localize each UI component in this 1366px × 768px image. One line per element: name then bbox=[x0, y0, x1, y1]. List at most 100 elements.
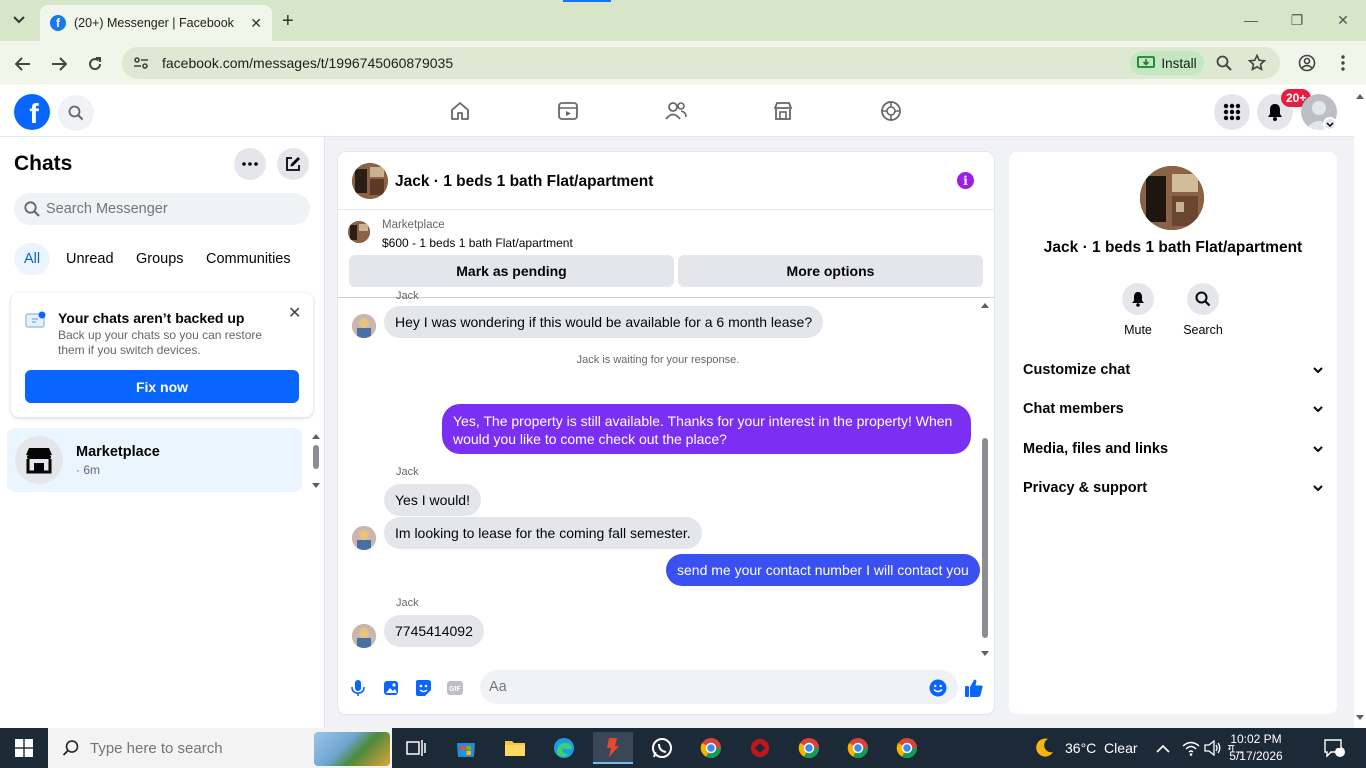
minimize-icon[interactable]: — bbox=[1228, 0, 1274, 40]
sender-avatar[interactable] bbox=[352, 314, 376, 338]
new-message-compose-icon[interactable] bbox=[277, 148, 309, 180]
photo-attach-icon[interactable] bbox=[381, 678, 401, 698]
facebook-logo-icon[interactable]: f bbox=[14, 94, 50, 130]
restore-icon[interactable]: ❐ bbox=[1274, 0, 1320, 40]
mark-as-pending-button[interactable]: Mark as pending bbox=[349, 255, 674, 287]
address-bar[interactable]: facebook.com/messages/t/1996745060879035 bbox=[122, 47, 1280, 79]
microphone-icon[interactable] bbox=[348, 678, 368, 698]
gif-icon[interactable]: GIF bbox=[445, 678, 465, 698]
whatsapp-icon[interactable] bbox=[642, 732, 682, 764]
chat-members-row[interactable]: Chat members bbox=[1023, 391, 1323, 427]
backup-message-icon bbox=[25, 311, 47, 331]
show-hidden-icons-chevron-icon[interactable] bbox=[1156, 728, 1170, 768]
file-explorer-icon[interactable] bbox=[495, 732, 535, 764]
conversation-info-icon[interactable]: i bbox=[957, 172, 974, 189]
menu-grid-icon[interactable] bbox=[1214, 94, 1250, 130]
chats-sidebar: Chats All Unread Groups Communities Your… bbox=[0, 137, 325, 728]
filter-tab-unread[interactable]: Unread bbox=[56, 243, 124, 275]
zoom-icon[interactable] bbox=[1213, 52, 1235, 74]
weather-widget[interactable]: 36°C Clear bbox=[1032, 728, 1138, 768]
tab-search-chevron-icon[interactable] bbox=[8, 9, 30, 31]
site-info-icon[interactable] bbox=[126, 56, 156, 70]
sticker-icon[interactable] bbox=[413, 678, 433, 698]
mute-action[interactable]: Mute bbox=[1108, 283, 1168, 337]
friends-icon[interactable] bbox=[664, 99, 688, 123]
message-incoming[interactable]: 7745414092 bbox=[384, 615, 484, 647]
chats-options-icon[interactable] bbox=[234, 148, 266, 180]
filter-tab-groups[interactable]: Groups bbox=[126, 243, 194, 275]
bookmark-star-icon[interactable] bbox=[1246, 52, 1268, 74]
tab-close-icon[interactable]: ✕ bbox=[250, 15, 262, 32]
message-input[interactable] bbox=[489, 679, 909, 695]
marketplace-icon[interactable] bbox=[771, 99, 795, 123]
new-tab-plus-icon[interactable]: + bbox=[282, 10, 294, 33]
sender-avatar[interactable] bbox=[352, 624, 376, 648]
active-app-icon[interactable] bbox=[593, 732, 633, 764]
taskbar-search-input[interactable] bbox=[90, 739, 310, 757]
messenger-search[interactable] bbox=[14, 193, 310, 225]
customize-chat-row[interactable]: Customize chat bbox=[1023, 352, 1323, 388]
reload-icon[interactable] bbox=[83, 52, 107, 76]
chrome-profile-icon[interactable] bbox=[789, 732, 829, 764]
message-outgoing[interactable]: send me your contact number I will conta… bbox=[666, 554, 980, 586]
window-close-icon[interactable]: ✕ bbox=[1320, 0, 1366, 40]
more-options-button[interactable]: More options bbox=[678, 255, 983, 287]
conversation-title[interactable]: Jack · 1 beds 1 bath Flat/apartment bbox=[395, 173, 653, 191]
sender-avatar[interactable] bbox=[352, 526, 376, 550]
network-wifi-icon[interactable] bbox=[1182, 728, 1200, 768]
message-outgoing[interactable]: Yes, The property is still available. Th… bbox=[442, 404, 971, 454]
privacy-support-row[interactable]: Privacy & support bbox=[1023, 470, 1323, 506]
taskbar-clock[interactable]: 10:02 PM 5/17/2026 bbox=[1222, 731, 1290, 765]
video-icon[interactable] bbox=[556, 99, 580, 123]
action-center-icon[interactable]: 1 bbox=[1323, 728, 1345, 768]
contact-avatar[interactable] bbox=[352, 163, 388, 199]
message-incoming[interactable]: Yes I would! bbox=[384, 484, 481, 516]
gaming-icon[interactable] bbox=[879, 99, 903, 123]
search-icon bbox=[1187, 283, 1219, 315]
account-chevron-icon[interactable] bbox=[1323, 117, 1337, 131]
chevron-down-icon bbox=[1313, 406, 1323, 412]
chat-list-item-marketplace[interactable]: Marketplace · 6m bbox=[7, 428, 302, 492]
message-input-wrap[interactable] bbox=[480, 670, 958, 704]
message-incoming[interactable]: Hey I was wondering if this would be ava… bbox=[384, 306, 824, 338]
like-thumbs-up-icon[interactable] bbox=[964, 678, 984, 698]
browser-tab-messenger[interactable]: f (20+) Messenger | Facebook ✕ bbox=[40, 5, 272, 41]
chrome-profile-icon[interactable] bbox=[887, 732, 927, 764]
forward-arrow-icon[interactable] bbox=[47, 52, 71, 76]
listing-thumbnail[interactable] bbox=[348, 221, 370, 243]
profile-icon[interactable] bbox=[1296, 52, 1318, 74]
message-scrollbar-thumb[interactable] bbox=[982, 438, 988, 638]
windows-start-icon[interactable] bbox=[0, 728, 48, 768]
volume-speaker-icon[interactable] bbox=[1204, 728, 1222, 768]
message-incoming[interactable]: Im looking to lease for the coming fall … bbox=[384, 517, 702, 549]
filter-tab-communities[interactable]: Communities bbox=[196, 243, 301, 275]
microsoft-store-icon[interactable] bbox=[446, 732, 486, 764]
chevron-down-icon bbox=[1313, 485, 1323, 491]
conversation-panel: Jack · 1 beds 1 bath Flat/apartment i Ma… bbox=[338, 152, 994, 714]
chrome-profile-icon[interactable] bbox=[691, 732, 731, 764]
edge-browser-icon[interactable] bbox=[544, 732, 584, 764]
task-view-icon[interactable] bbox=[396, 732, 436, 764]
filter-tab-all[interactable]: All bbox=[14, 243, 51, 275]
emoji-icon[interactable] bbox=[928, 678, 948, 698]
facebook-favicon-icon: f bbox=[50, 15, 66, 31]
backup-dismiss-close-icon[interactable]: ✕ bbox=[288, 303, 301, 323]
messenger-search-input[interactable] bbox=[46, 201, 286, 217]
red-app-icon[interactable] bbox=[740, 732, 780, 764]
chrome-profile-icon[interactable] bbox=[838, 732, 878, 764]
fix-now-button[interactable]: Fix now bbox=[25, 370, 299, 403]
listing-price-title[interactable]: $600 - 1 beds 1 bath Flat/apartment bbox=[382, 236, 573, 250]
details-contact-avatar[interactable] bbox=[1140, 166, 1204, 230]
install-app-button[interactable]: Install bbox=[1130, 51, 1204, 75]
search-in-conversation-action[interactable]: Search bbox=[1173, 283, 1233, 337]
home-icon[interactable] bbox=[448, 99, 472, 123]
browser-menu-kebab-icon[interactable] bbox=[1332, 52, 1354, 74]
tab-title: (20+) Messenger | Facebook bbox=[74, 16, 234, 30]
taskbar-search[interactable] bbox=[48, 728, 392, 768]
backup-title: Your chats aren’t backed up bbox=[58, 310, 245, 326]
media-files-links-row[interactable]: Media, files and links bbox=[1023, 431, 1323, 467]
back-arrow-icon[interactable] bbox=[11, 52, 35, 76]
page-scrollbar[interactable] bbox=[1354, 85, 1366, 728]
chat-list-scrollbar[interactable] bbox=[311, 433, 321, 489]
facebook-search-icon[interactable] bbox=[58, 95, 94, 131]
